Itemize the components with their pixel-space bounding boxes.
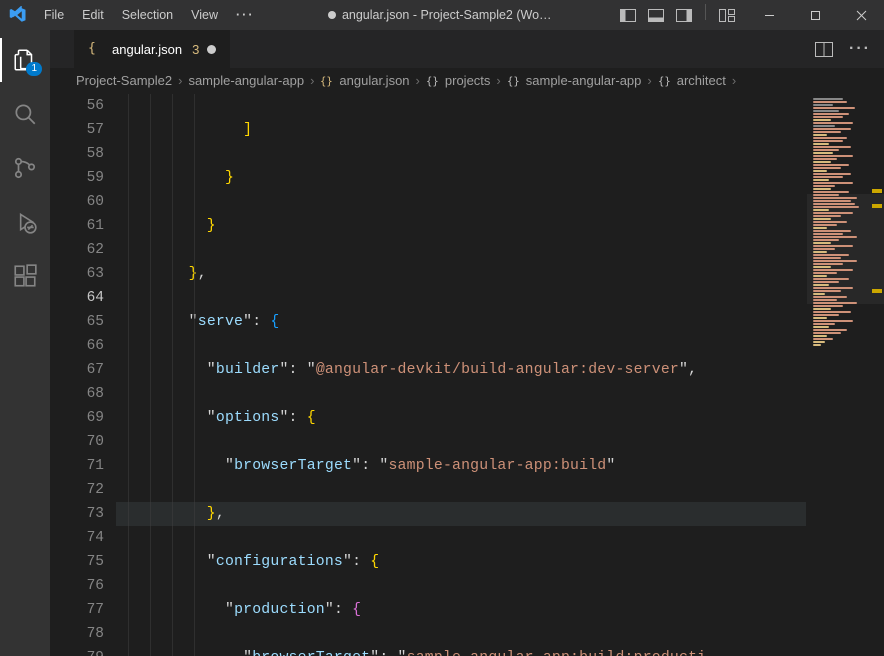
menu-overflow-icon[interactable]: ··· [228,0,263,30]
crumb-node-architect[interactable]: {} architect [658,73,726,88]
svg-text:{}: {} [658,75,671,87]
activity-run-debug-icon[interactable] [0,200,50,244]
window-title-text: angular.json - Project-Sample2 (Wo… [342,8,552,22]
activity-source-control-icon[interactable] [0,146,50,190]
overview-ruler[interactable] [870,94,884,656]
customize-layout-icon[interactable] [716,4,738,26]
layout-icons [617,4,738,26]
chevron-right-icon: › [496,73,500,88]
editor-tabs: { } angular.json 3 ··· [50,30,884,68]
window-title: angular.json - Project-Sample2 (Wo… [263,8,617,22]
toggle-panel-left-icon[interactable] [617,4,639,26]
svg-text:{}: {} [320,75,333,87]
crumb-folder-app[interactable]: sample-angular-app [188,73,304,88]
breadcrumb[interactable]: Project-Sample2 › sample-angular-app › {… [50,68,884,94]
activity-bar: 1 [0,30,50,656]
window-maximize-button[interactable] [792,0,838,30]
crumb-node-app[interactable]: {} sample-angular-app [507,73,642,88]
explorer-badge: 1 [26,62,42,76]
window-minimize-button[interactable] [746,0,792,30]
tab-filename: angular.json [112,42,182,57]
tab-modified-count: 3 [192,42,199,57]
chevron-right-icon: › [732,73,736,88]
svg-text:{}: {} [426,75,439,87]
window-close-button[interactable] [838,0,884,30]
editor-more-actions-icon[interactable]: ··· [850,39,870,59]
editor-area[interactable]: 56 57 58 59 60 61 62 63 64 65 66 67 68 6… [50,94,884,656]
svg-text:{}: {} [507,75,520,87]
layout-divider [705,4,706,20]
menu-file[interactable]: File [36,0,72,30]
editor-group: { } angular.json 3 ··· Project-Sample2 ›… [50,30,884,656]
toggle-panel-bottom-icon[interactable] [645,4,667,26]
menu-bar: File Edit Selection View ··· [36,0,263,30]
chevron-right-icon: › [178,73,182,88]
activity-search-icon[interactable] [0,92,50,136]
activity-explorer-icon[interactable]: 1 [0,38,50,82]
crumb-file[interactable]: {} angular.json [320,73,409,88]
tab-modified-dot-icon [207,45,216,54]
window-controls [746,0,884,30]
modified-dot-icon [328,11,336,19]
vscode-logo [0,6,36,24]
menu-edit[interactable]: Edit [74,0,112,30]
toggle-panel-right-icon[interactable] [673,4,695,26]
split-editor-icon[interactable] [814,39,834,59]
tab-angular-json[interactable]: { } angular.json 3 [74,30,231,68]
chevron-right-icon: › [647,73,651,88]
menu-view[interactable]: View [183,0,226,30]
activity-extensions-icon[interactable] [0,254,50,298]
line-number-gutter: 56 57 58 59 60 61 62 63 64 65 66 67 68 6… [50,94,116,656]
crumb-folder-root[interactable]: Project-Sample2 [76,73,172,88]
chevron-right-icon: › [310,73,314,88]
chevron-right-icon: › [416,73,420,88]
menu-selection[interactable]: Selection [114,0,181,30]
svg-text:{ }: { } [88,41,104,56]
json-file-icon: { } [88,40,104,59]
crumb-node-projects[interactable]: {} projects [426,73,491,88]
code-content[interactable]: ] } } }, "serve": { "builder": "@angular… [116,94,806,656]
titlebar: File Edit Selection View ··· angular.jso… [0,0,884,30]
